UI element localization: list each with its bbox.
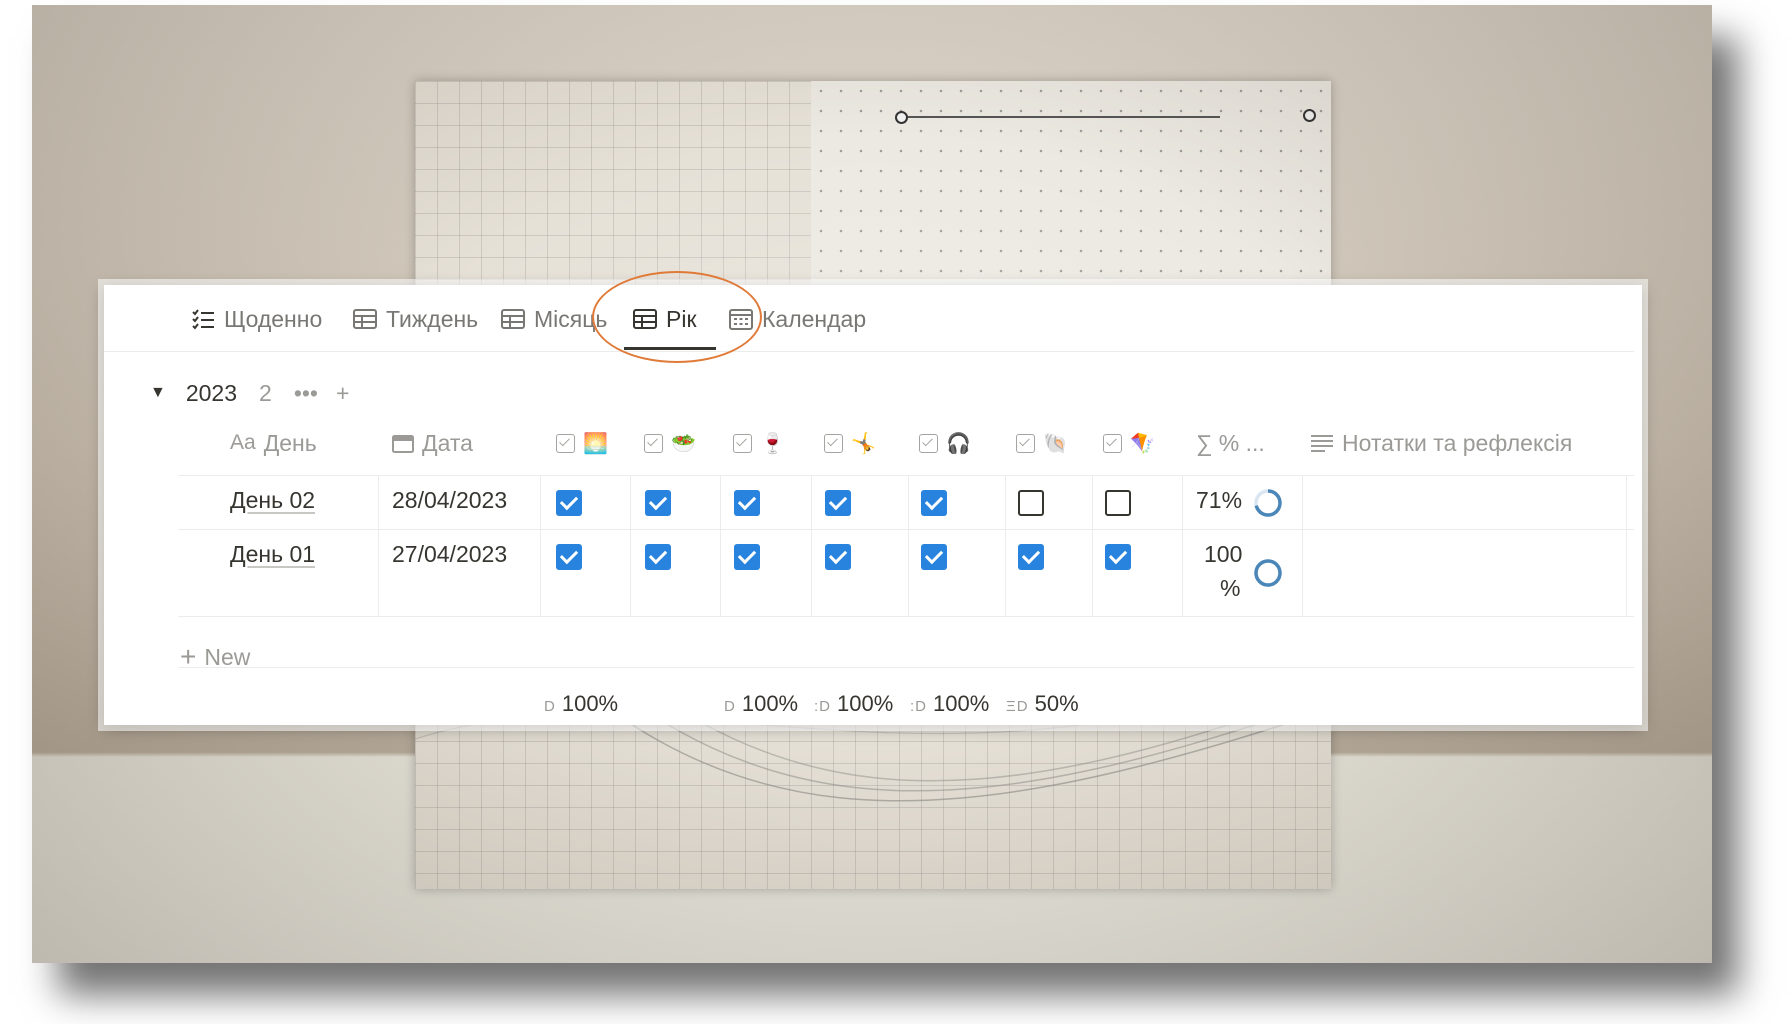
checkbox-property-icon (1016, 433, 1035, 453)
date-cell[interactable]: 27/04/2023 (392, 541, 507, 568)
column-calculation[interactable]: ΞD 50% (1006, 691, 1079, 717)
column-calculation[interactable]: :D 100% (910, 691, 989, 717)
checkbox-property-icon (644, 433, 663, 453)
table-icon (352, 308, 378, 330)
column-header-habit-1[interactable]: 🌅 (556, 425, 608, 461)
calendar-icon (392, 433, 414, 453)
column-calculation[interactable]: D 100% (724, 691, 798, 717)
plus-icon: + (180, 641, 197, 672)
column-header-notes[interactable]: Нотатки та рефлексія (1310, 425, 1572, 461)
tab-week[interactable]: Тиждень (352, 303, 478, 335)
table-icon (632, 308, 658, 330)
column-calculation[interactable]: :D 100% (814, 691, 893, 717)
tab-daily[interactable]: Щоденно (190, 303, 322, 335)
habit-checkbox[interactable] (1105, 490, 1131, 516)
headphones-icon: 🎧 (946, 432, 971, 455)
habit-checkbox[interactable] (1105, 544, 1131, 570)
habit-checkbox[interactable] (734, 544, 760, 570)
tab-calendar[interactable]: Календар (728, 303, 866, 335)
day-cell[interactable]: День 02 (230, 487, 315, 514)
calendar-icon (728, 308, 754, 330)
column-header-habit-4[interactable]: 🤸 (824, 425, 876, 461)
habit-checkbox[interactable] (734, 490, 760, 516)
checkbox-property-icon (1103, 433, 1122, 453)
column-header-day[interactable]: Aa День (230, 425, 317, 461)
percent-cell-unit: % (1220, 575, 1241, 601)
checkbox-property-icon (733, 433, 752, 453)
column-header-habit-3[interactable]: 🍷 (733, 425, 785, 461)
more-options-icon[interactable]: ••• (294, 380, 318, 407)
salad-icon: 🥗 (671, 432, 696, 455)
view-tabs: Щоденно Тиждень Місяць Рік Календар (104, 271, 1634, 363)
percent-cell: 100 (1204, 541, 1243, 567)
tab-month[interactable]: Місяць (500, 303, 607, 335)
database-view-panel: Щоденно Тиждень Місяць Рік Календар ▼ 20… (104, 271, 1642, 725)
day-cell[interactable]: День 01 (230, 541, 315, 568)
text-property-icon: Aa (230, 431, 256, 454)
column-header-percent[interactable]: ∑ % ... (1196, 425, 1265, 461)
group-title: 2023 (185, 379, 238, 406)
habit-checkbox[interactable] (556, 544, 582, 570)
tab-year[interactable]: Рік (632, 303, 697, 335)
collapse-toggle-icon[interactable]: ▼ (150, 384, 166, 402)
habit-checkbox[interactable] (825, 490, 851, 516)
habit-checkbox[interactable] (1018, 490, 1044, 516)
date-cell[interactable]: 28/04/2023 (392, 487, 507, 514)
checkbox-property-icon (556, 433, 575, 453)
add-row-icon[interactable]: + (336, 380, 349, 407)
column-header-habit-7[interactable]: 🪁 (1103, 425, 1155, 461)
habit-checkbox[interactable] (921, 490, 947, 516)
text-lines-icon (1310, 433, 1334, 453)
habit-checkbox[interactable] (645, 544, 671, 570)
habit-checkbox[interactable] (645, 490, 671, 516)
checkbox-property-icon (824, 433, 843, 453)
kite-icon: 🪁 (1130, 432, 1155, 455)
progress-ring (1254, 559, 1282, 587)
exercise-icon: 🤸 (851, 432, 876, 455)
column-header-habit-5[interactable]: 🎧 (919, 425, 971, 461)
habit-checkbox[interactable] (556, 490, 582, 516)
shell-icon: 🐚 (1043, 432, 1068, 455)
checklist-icon (190, 308, 216, 330)
sunrise-icon: 🌅 (583, 432, 608, 455)
wine-glass-icon: 🍷 (760, 432, 785, 455)
active-tab-indicator (624, 347, 716, 350)
new-row-button[interactable]: + New (180, 643, 250, 671)
checkbox-property-icon (919, 433, 938, 453)
column-header-habit-6[interactable]: 🐚 (1016, 425, 1068, 461)
habit-checkbox[interactable] (1018, 544, 1044, 570)
percent-cell: 71% (1196, 487, 1243, 513)
table-icon (500, 308, 526, 330)
column-header-date[interactable]: Дата (392, 425, 473, 461)
column-header-habit-2[interactable]: 🥗 (644, 425, 696, 461)
group-count: 2 (259, 379, 272, 406)
column-calculation[interactable]: D 100% (544, 691, 618, 717)
habit-checkbox[interactable] (825, 544, 851, 570)
group-header: ▼ 2023 2 ••• + (150, 377, 367, 409)
progress-ring (1254, 489, 1282, 517)
habit-checkbox[interactable] (921, 544, 947, 570)
